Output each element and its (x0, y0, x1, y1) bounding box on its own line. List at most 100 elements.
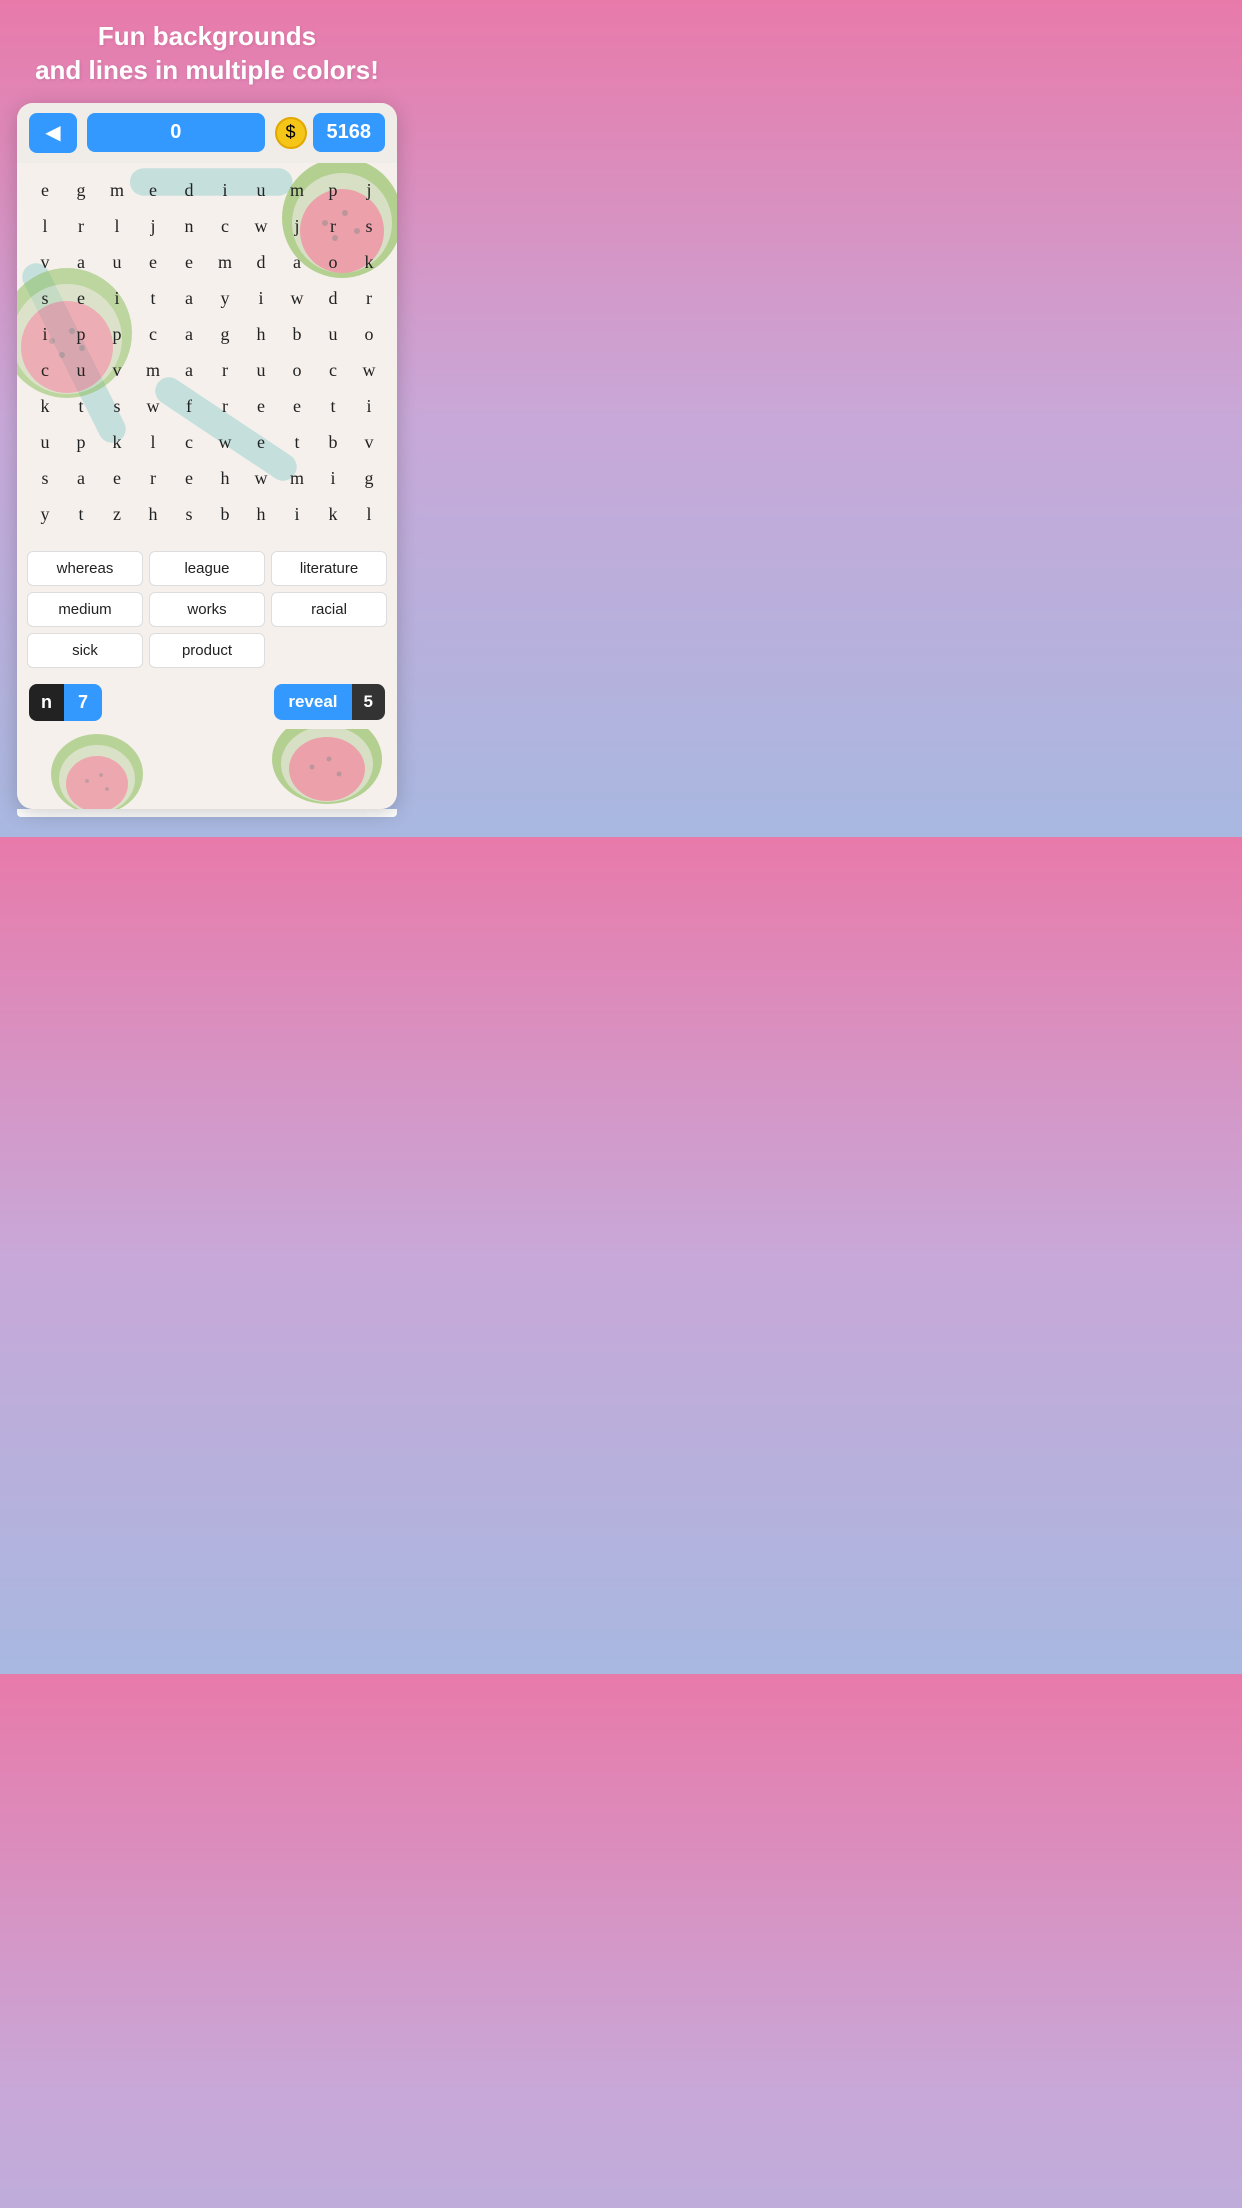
grid-cell-13[interactable]: j (135, 209, 171, 245)
grid-cell-91[interactable]: t (63, 497, 99, 533)
grid-cell-26[interactable]: d (243, 245, 279, 281)
grid-cell-54[interactable]: a (171, 353, 207, 389)
grid-cell-74[interactable]: c (171, 425, 207, 461)
grid-cell-77[interactable]: t (279, 425, 315, 461)
grid-cell-10[interactable]: l (27, 209, 63, 245)
grid-cell-69[interactable]: i (351, 389, 387, 425)
grid-cell-75[interactable]: w (207, 425, 243, 461)
grid-cell-41[interactable]: p (63, 317, 99, 353)
grid-cell-11[interactable]: r (63, 209, 99, 245)
grid-cell-64[interactable]: f (171, 389, 207, 425)
grid-cell-22[interactable]: u (99, 245, 135, 281)
grid-cell-6[interactable]: u (243, 173, 279, 209)
grid-cell-52[interactable]: v (99, 353, 135, 389)
grid-cell-85[interactable]: h (207, 461, 243, 497)
grid-cell-93[interactable]: h (135, 497, 171, 533)
grid-cell-88[interactable]: i (315, 461, 351, 497)
grid-cell-60[interactable]: k (27, 389, 63, 425)
grid-cell-66[interactable]: e (243, 389, 279, 425)
grid-cell-76[interactable]: e (243, 425, 279, 461)
grid-cell-1[interactable]: g (63, 173, 99, 209)
grid-cell-44[interactable]: a (171, 317, 207, 353)
grid-cell-17[interactable]: j (279, 209, 315, 245)
grid-cell-79[interactable]: v (351, 425, 387, 461)
back-button[interactable] (29, 113, 77, 153)
grid-cell-42[interactable]: p (99, 317, 135, 353)
grid-cell-34[interactable]: a (171, 281, 207, 317)
grid-cell-90[interactable]: y (27, 497, 63, 533)
letter-grid[interactable]: egmediumpjlrljncwjrsvaueemdaokseitayiwdr… (27, 173, 387, 533)
grid-cell-62[interactable]: s (99, 389, 135, 425)
grid-cell-38[interactable]: d (315, 281, 351, 317)
grid-cell-71[interactable]: p (63, 425, 99, 461)
grid-cell-39[interactable]: r (351, 281, 387, 317)
grid-cell-57[interactable]: o (279, 353, 315, 389)
grid-cell-48[interactable]: u (315, 317, 351, 353)
grid-cell-50[interactable]: c (27, 353, 63, 389)
grid-cell-14[interactable]: n (171, 209, 207, 245)
grid-cell-25[interactable]: m (207, 245, 243, 281)
grid-cell-99[interactable]: l (351, 497, 387, 533)
grid-cell-21[interactable]: a (63, 245, 99, 281)
grid-cell-33[interactable]: t (135, 281, 171, 317)
grid-cell-92[interactable]: z (99, 497, 135, 533)
grid-cell-28[interactable]: o (315, 245, 351, 281)
grid-cell-27[interactable]: a (279, 245, 315, 281)
grid-cell-31[interactable]: e (63, 281, 99, 317)
grid-cell-49[interactable]: o (351, 317, 387, 353)
grid-cell-58[interactable]: c (315, 353, 351, 389)
grid-cell-43[interactable]: c (135, 317, 171, 353)
grid-cell-16[interactable]: w (243, 209, 279, 245)
grid-cell-5[interactable]: i (207, 173, 243, 209)
grid-cell-84[interactable]: e (171, 461, 207, 497)
grid-cell-82[interactable]: e (99, 461, 135, 497)
grid-cell-53[interactable]: m (135, 353, 171, 389)
grid-cell-73[interactable]: l (135, 425, 171, 461)
grid-cell-30[interactable]: s (27, 281, 63, 317)
grid-cell-19[interactable]: s (351, 209, 387, 245)
grid-cell-65[interactable]: r (207, 389, 243, 425)
grid-cell-70[interactable]: u (27, 425, 63, 461)
grid-cell-36[interactable]: i (243, 281, 279, 317)
grid-cell-3[interactable]: e (135, 173, 171, 209)
grid-cell-94[interactable]: s (171, 497, 207, 533)
reveal-button[interactable]: reveal (274, 684, 351, 720)
grid-cell-37[interactable]: w (279, 281, 315, 317)
grid-cell-35[interactable]: y (207, 281, 243, 317)
grid-cell-23[interactable]: e (135, 245, 171, 281)
grid-cell-12[interactable]: l (99, 209, 135, 245)
grid-cell-63[interactable]: w (135, 389, 171, 425)
grid-cell-24[interactable]: e (171, 245, 207, 281)
grid-cell-68[interactable]: t (315, 389, 351, 425)
grid-cell-15[interactable]: c (207, 209, 243, 245)
grid-cell-87[interactable]: m (279, 461, 315, 497)
grid-cell-20[interactable]: v (27, 245, 63, 281)
grid-cell-9[interactable]: j (351, 173, 387, 209)
grid-cell-78[interactable]: b (315, 425, 351, 461)
grid-cell-40[interactable]: i (27, 317, 63, 353)
grid-cell-83[interactable]: r (135, 461, 171, 497)
grid-cell-67[interactable]: e (279, 389, 315, 425)
grid-cell-89[interactable]: g (351, 461, 387, 497)
grid-cell-86[interactable]: w (243, 461, 279, 497)
hint-box[interactable]: n 7 (29, 684, 102, 721)
grid-cell-59[interactable]: w (351, 353, 387, 389)
grid-cell-18[interactable]: r (315, 209, 351, 245)
grid-cell-97[interactable]: i (279, 497, 315, 533)
reveal-box[interactable]: reveal 5 (274, 684, 385, 720)
grid-cell-47[interactable]: b (279, 317, 315, 353)
grid-cell-95[interactable]: b (207, 497, 243, 533)
grid-cell-80[interactable]: s (27, 461, 63, 497)
grid-cell-2[interactable]: m (99, 173, 135, 209)
grid-cell-45[interactable]: g (207, 317, 243, 353)
grid-cell-56[interactable]: u (243, 353, 279, 389)
grid-cell-55[interactable]: r (207, 353, 243, 389)
grid-cell-32[interactable]: i (99, 281, 135, 317)
grid-cell-7[interactable]: m (279, 173, 315, 209)
grid-cell-51[interactable]: u (63, 353, 99, 389)
grid-cell-4[interactable]: d (171, 173, 207, 209)
grid-cell-8[interactable]: p (315, 173, 351, 209)
grid-cell-81[interactable]: a (63, 461, 99, 497)
grid-cell-0[interactable]: e (27, 173, 63, 209)
grid-cell-72[interactable]: k (99, 425, 135, 461)
